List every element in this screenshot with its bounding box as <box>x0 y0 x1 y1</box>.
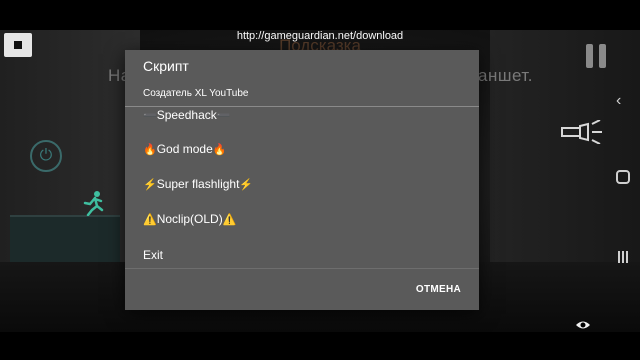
warning-icon: ⚠️ <box>222 214 237 226</box>
bottom-black-bar <box>0 332 640 360</box>
recents-icon[interactable] <box>616 250 630 269</box>
menu-list[interactable]: ➖Speedhack➖ 🔥God mode🔥 ⚡Super flashlight… <box>125 107 479 268</box>
android-nav-bar: ‹ <box>610 60 640 300</box>
lightning-icon: ⚡ <box>143 179 157 191</box>
dialog-footer-divider <box>125 268 479 269</box>
gameguardian-url: http://gameguardian.net/download <box>236 30 404 42</box>
pause-icon <box>586 44 593 68</box>
dash-icon: ➖ <box>216 110 231 122</box>
home-icon[interactable] <box>616 170 630 189</box>
lightning-icon: ⚡ <box>239 179 254 191</box>
menu-item-exit[interactable]: Exit <box>143 245 163 265</box>
stop-icon <box>14 41 22 49</box>
fire-icon: 🔥 <box>212 144 227 156</box>
warning-icon: ⚠️ <box>143 214 157 226</box>
cancel-button[interactable]: ОТМЕНА <box>416 284 461 295</box>
power-icon[interactable]: ⏻ <box>30 140 62 172</box>
menu-item-super-flashlight[interactable]: ⚡Super flashlight⚡ <box>143 174 253 194</box>
game-hint-right: аншет. <box>478 66 533 85</box>
fire-icon: 🔥 <box>143 144 157 156</box>
eye-icon[interactable] <box>575 318 591 334</box>
dialog-subtitle: Создатель XL YouTube <box>143 88 249 99</box>
menu-item-god-mode[interactable]: 🔥God mode🔥 <box>143 139 226 159</box>
dialog-title: Скрипт <box>143 58 189 74</box>
menu-item-noclip[interactable]: ⚠️Noclip(OLD)⚠️ <box>143 209 236 229</box>
flashlight-icon[interactable] <box>560 119 604 145</box>
stop-button[interactable] <box>4 33 32 57</box>
top-black-bar <box>0 0 640 30</box>
back-icon[interactable]: ‹ <box>616 92 621 110</box>
menu-item-speedhack[interactable]: ➖Speedhack➖ <box>143 107 230 125</box>
pause-button[interactable] <box>586 44 608 68</box>
dash-icon: ➖ <box>143 110 157 122</box>
running-man-icon[interactable] <box>82 190 106 222</box>
script-menu-dialog: Скрипт Создатель XL YouTube ➖Speedhack➖ … <box>125 50 479 310</box>
